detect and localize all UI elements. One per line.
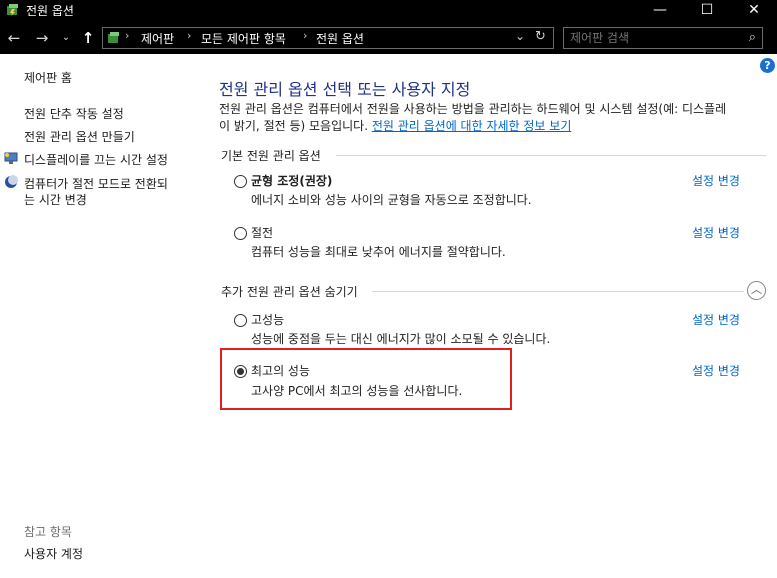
- plan-desc-balanced: 에너지 소비와 성능 사이의 균형을 자동으로 조정합니다.: [251, 193, 532, 207]
- maximize-icon: ☐: [700, 2, 714, 18]
- close-icon: ✕: [748, 2, 760, 18]
- description-text-line2: 이 밝기, 절전 등) 모음입니다.: [219, 119, 372, 133]
- sidebar-item-power-buttons[interactable]: 전원 단추 작동 설정: [24, 105, 124, 122]
- minimize-button[interactable]: —: [637, 0, 683, 22]
- minimize-icon: —: [653, 2, 667, 18]
- sleep-moon-icon: [5, 175, 18, 188]
- sidebar-item-user-accounts[interactable]: 사용자 계정: [24, 545, 83, 562]
- sidebar-item-sleep-time[interactable]: 컴퓨터가 절전 모드로 전환되: [24, 175, 168, 192]
- display-icon: [4, 152, 18, 164]
- hidden-plans-heading[interactable]: 추가 전원 관리 옵션 숨기기: [221, 283, 358, 300]
- address-bar[interactable]: › 제어판 › 모든 제어판 항목 › 전원 옵션 ⌄ ↻: [102, 27, 554, 49]
- divider: [336, 155, 766, 156]
- refresh-icon[interactable]: ↻: [535, 29, 546, 44]
- close-button[interactable]: ✕: [731, 0, 777, 22]
- search-box[interactable]: ⌕: [563, 27, 763, 49]
- maximize-button[interactable]: ☐: [684, 0, 730, 22]
- sidebar-item-create-plan[interactable]: 전원 관리 옵션 만들기: [24, 128, 135, 145]
- radio-high-performance[interactable]: [234, 314, 247, 327]
- highlight-box: [220, 348, 512, 410]
- window-title: 전원 옵션: [26, 4, 74, 18]
- radio-balanced[interactable]: [234, 175, 247, 188]
- arrow-right-icon: →: [35, 29, 49, 47]
- basic-plans-heading: 기본 전원 관리 옵션: [221, 149, 321, 163]
- chevron-down-icon[interactable]: ⌄: [515, 29, 525, 43]
- radio-ultimate-performance[interactable]: [234, 365, 247, 378]
- sidebar-item-display-off[interactable]: 디스플레이를 끄는 시간 설정: [24, 151, 168, 168]
- recent-locations-button[interactable]: ⌄: [58, 28, 74, 48]
- divider: [372, 291, 744, 292]
- chevron-down-icon: ⌄: [61, 32, 71, 43]
- breadcrumb-all-items[interactable]: 모든 제어판 항목: [201, 30, 286, 47]
- arrow-up-icon: ↑: [81, 29, 95, 47]
- up-button[interactable]: ↑: [78, 28, 98, 48]
- back-button[interactable]: ←: [4, 28, 24, 48]
- radio-power-saver[interactable]: [234, 227, 247, 240]
- title-bar: 전원 옵션 — ☐ ✕: [0, 0, 777, 22]
- plan-desc-power-saver: 컴퓨터 성능을 최대로 낮추어 에너지를 절약합니다.: [251, 245, 506, 259]
- plan-name-ultimate-performance[interactable]: 최고의 성능: [251, 362, 310, 379]
- control-panel-icon: [108, 32, 119, 43]
- chevron-right-icon: ›: [125, 29, 130, 42]
- collapse-button[interactable]: ︿: [747, 281, 766, 300]
- change-settings-link-ultimate-performance[interactable]: 설정 변경: [692, 362, 740, 379]
- change-settings-link-power-saver[interactable]: 설정 변경: [692, 224, 740, 241]
- plan-desc-high-performance: 성능에 중점을 두는 대신 에너지가 많이 소모될 수 있습니다.: [251, 332, 551, 346]
- page-title: 전원 관리 옵션 선택 또는 사용자 지정: [219, 80, 471, 99]
- sidebar-item-sleep-time-line2[interactable]: 는 시간 변경: [24, 191, 87, 208]
- chevron-right-icon: ›: [303, 29, 308, 42]
- breadcrumb-power-options[interactable]: 전원 옵션: [316, 30, 364, 47]
- arrow-left-icon: ←: [7, 29, 21, 47]
- forward-button[interactable]: →: [32, 28, 52, 48]
- plan-name-power-saver[interactable]: 절전: [251, 224, 273, 241]
- change-settings-link-balanced[interactable]: 설정 변경: [692, 172, 740, 189]
- power-options-icon: [7, 4, 18, 16]
- description-text-line1: 전원 관리 옵션은 컴퓨터에서 전원을 사용하는 방법을 관리하는 하드웨어 및…: [219, 102, 727, 116]
- chevron-up-icon: ︿: [751, 283, 762, 296]
- see-also-heading: 참고 항목: [24, 525, 72, 539]
- search-icon[interactable]: ⌕: [749, 30, 756, 45]
- plan-name-high-performance[interactable]: 고성능: [251, 311, 284, 328]
- breadcrumb-control-panel[interactable]: 제어판: [141, 30, 174, 47]
- plan-name-balanced[interactable]: 균형 조정(권장): [251, 172, 332, 189]
- plan-desc-ultimate-performance: 고사양 PC에서 최고의 성능을 선사합니다.: [251, 384, 463, 398]
- more-info-link[interactable]: 전원 관리 옵션에 대한 자세한 정보 보기: [372, 119, 572, 133]
- help-icon[interactable]: ?: [760, 58, 775, 73]
- chevron-right-icon: ›: [187, 29, 192, 42]
- page-description: 전원 관리 옵션은 컴퓨터에서 전원을 사용하는 방법을 관리하는 하드웨어 및…: [219, 101, 769, 135]
- sidebar: 제어판 홈 전원 단추 작동 설정 전원 관리 옵션 만들기 디스플레이를 끄는…: [0, 54, 200, 578]
- change-settings-link-high-performance[interactable]: 설정 변경: [692, 311, 740, 328]
- sidebar-item-control-panel-home[interactable]: 제어판 홈: [24, 69, 72, 86]
- search-input[interactable]: [570, 30, 730, 46]
